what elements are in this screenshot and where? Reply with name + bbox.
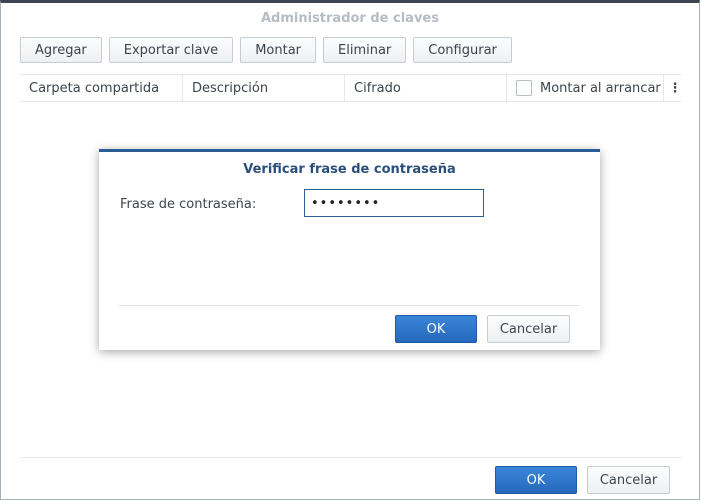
export-key-button[interactable]: Exportar clave bbox=[108, 37, 234, 63]
dialog-divider bbox=[119, 305, 579, 306]
dialog-cancel-button[interactable]: Cancelar bbox=[487, 315, 570, 343]
cancel-button[interactable]: Cancelar bbox=[587, 466, 670, 494]
window-title: Administrador de claves bbox=[260, 11, 439, 26]
dialog-ok-button[interactable]: OK bbox=[395, 315, 477, 343]
column-header-shared-folder[interactable]: Carpeta compartida bbox=[20, 75, 183, 101]
column-header-mount-on-boot[interactable]: Montar al arrancar bbox=[507, 75, 664, 101]
passphrase-input[interactable] bbox=[304, 189, 484, 217]
verify-passphrase-dialog: Verificar frase de contraseña Frase de c… bbox=[99, 149, 600, 350]
dialog-title: Verificar frase de contraseña bbox=[243, 162, 456, 177]
mount-on-boot-label: Montar al arrancar bbox=[540, 80, 661, 96]
passphrase-label: Frase de contraseña: bbox=[120, 197, 257, 212]
delete-button[interactable]: Eliminar bbox=[323, 37, 407, 63]
column-header-description[interactable]: Descripción bbox=[183, 75, 345, 101]
column-header-encryption[interactable]: Cifrado bbox=[345, 75, 507, 101]
column-menu-button[interactable]: ⋮ bbox=[664, 75, 682, 101]
add-button[interactable]: Agregar bbox=[20, 37, 102, 63]
footer-divider bbox=[20, 457, 681, 458]
mount-on-boot-checkbox[interactable] bbox=[516, 80, 532, 96]
ok-button[interactable]: OK bbox=[495, 466, 577, 494]
toolbar: Agregar Exportar clave Montar Eliminar C… bbox=[20, 37, 512, 63]
mount-button[interactable]: Montar bbox=[240, 37, 317, 63]
grid-header: Carpeta compartida Descripción Cifrado M… bbox=[20, 74, 682, 102]
configure-button[interactable]: Configurar bbox=[413, 37, 512, 63]
kebab-menu-icon: ⋮ bbox=[668, 80, 682, 96]
